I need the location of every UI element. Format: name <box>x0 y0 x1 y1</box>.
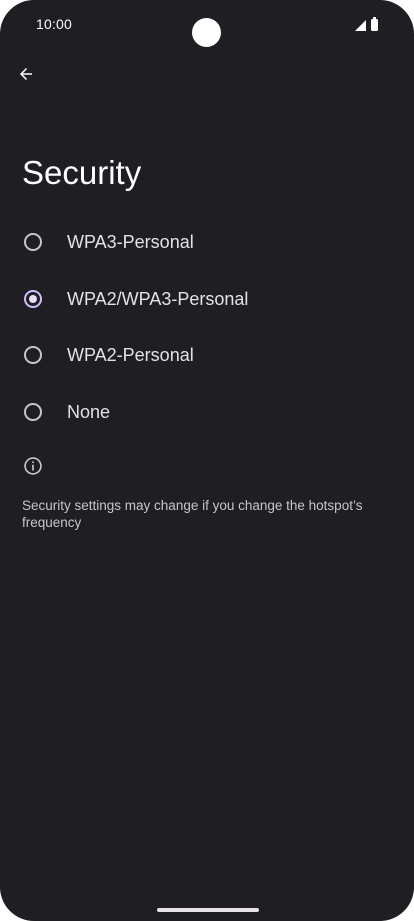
radio-button[interactable] <box>24 346 42 364</box>
battery-icon <box>371 17 378 31</box>
radio-button[interactable] <box>24 403 42 421</box>
option-wpa2-personal[interactable]: WPA2-Personal <box>0 327 414 383</box>
option-label: WPA2/WPA3-Personal <box>67 288 249 309</box>
arrow-left-icon <box>20 68 32 80</box>
option-none[interactable]: None <box>0 384 414 440</box>
info-text: Security settings may change if you chan… <box>22 498 363 530</box>
option-wpa3-personal[interactable]: WPA3-Personal <box>0 214 414 270</box>
status-time: 10:00 <box>36 16 73 32</box>
info-icon <box>24 457 42 475</box>
option-label: WPA3-Personal <box>67 231 194 252</box>
radio-button[interactable] <box>24 233 42 251</box>
option-wpa2-wpa3-personal[interactable]: WPA2/WPA3-Personal <box>0 271 414 327</box>
status-bar: 10:00 <box>0 0 414 50</box>
back-button[interactable] <box>10 58 42 90</box>
option-label: WPA2-Personal <box>67 344 194 365</box>
phone-screen: 10:00 Security WPA3-Personal WPA2/WPA3-P… <box>0 0 414 921</box>
page-title: Security <box>22 154 142 191</box>
status-icons <box>355 17 378 31</box>
signal-icon <box>355 20 366 31</box>
option-label: None <box>67 401 111 422</box>
home-indicator[interactable] <box>157 908 259 912</box>
radio-button-selected[interactable] <box>24 290 42 308</box>
camera-cutout <box>192 18 221 47</box>
